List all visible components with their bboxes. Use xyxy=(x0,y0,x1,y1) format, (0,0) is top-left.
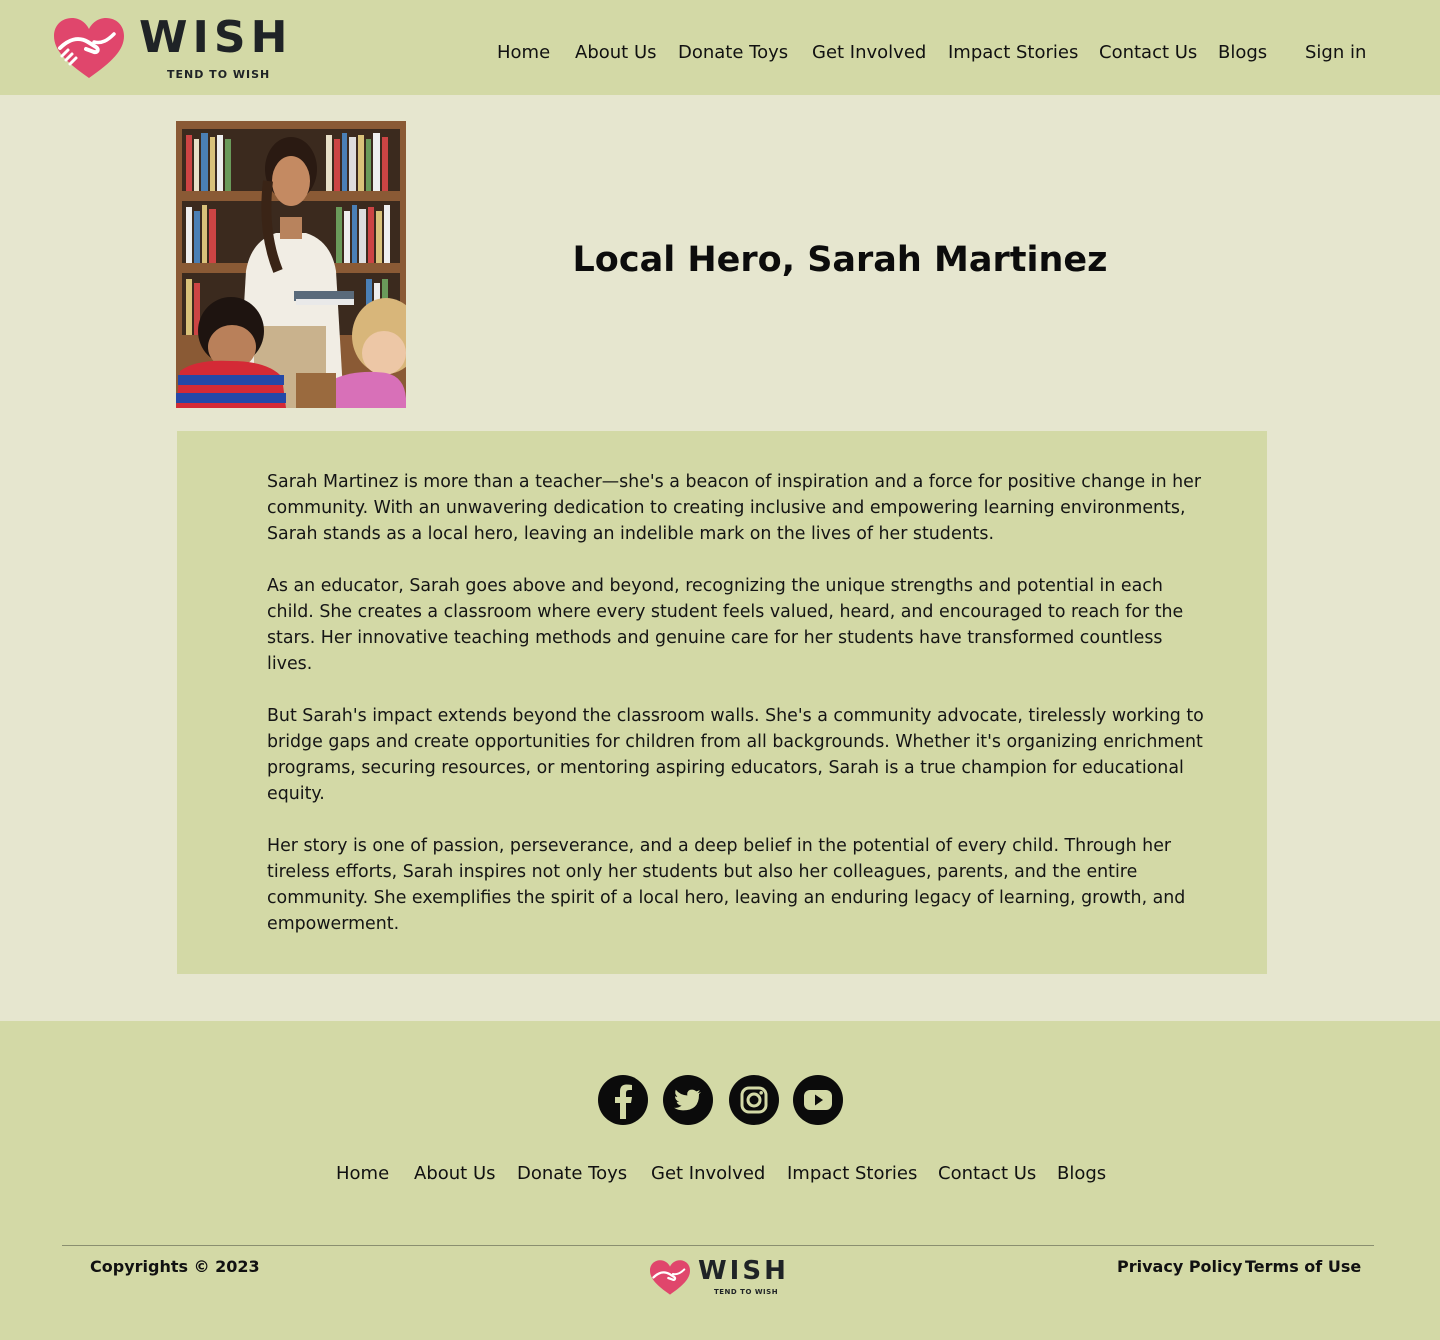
nav-blogs[interactable]: Blogs xyxy=(1218,42,1267,63)
nav-about-us[interactable]: About Us xyxy=(575,42,657,63)
nav-home[interactable]: Home xyxy=(497,42,550,63)
heart-hands-logo-icon xyxy=(650,1260,690,1295)
story-card: Sarah Martinez is more than a teacher—sh… xyxy=(177,431,1267,974)
story-paragraph: But Sarah's impact extends beyond the cl… xyxy=(267,706,1204,804)
footer-nav-donate-toys[interactable]: Donate Toys xyxy=(517,1163,627,1184)
story-paragraph: Her story is one of passion, perseveranc… xyxy=(267,836,1186,934)
wish-logo[interactable]: WISH TEND TO WISH xyxy=(54,12,294,84)
facebook-icon[interactable] xyxy=(598,1075,648,1125)
footer-wish-logo[interactable]: WISH TEND TO WISH xyxy=(650,1256,790,1300)
footer-nav-impact-stories[interactable]: Impact Stories xyxy=(787,1163,917,1184)
brand-tagline: TEND TO WISH xyxy=(167,68,271,81)
footer-brand-tagline: TEND TO WISH xyxy=(714,1288,779,1296)
footer-nav-blogs[interactable]: Blogs xyxy=(1057,1163,1106,1184)
brand-name: WISH xyxy=(139,12,293,63)
nav-impact-stories[interactable]: Impact Stories xyxy=(948,42,1078,63)
footer-nav-contact-us[interactable]: Contact Us xyxy=(938,1163,1036,1184)
site-footer: Home About Us Donate Toys Get Involved I… xyxy=(0,1021,1440,1340)
site-header: WISH TEND TO WISH Home About Us Donate T… xyxy=(0,0,1440,95)
copyright-text: Copyrights © 2023 xyxy=(90,1257,260,1276)
privacy-policy-link[interactable]: Privacy Policy xyxy=(1117,1257,1242,1276)
story-paragraph: Sarah Martinez is more than a teacher—sh… xyxy=(267,472,1202,544)
nav-contact-us[interactable]: Contact Us xyxy=(1099,42,1197,63)
page-title: Local Hero, Sarah Martinez xyxy=(572,240,1108,280)
youtube-icon[interactable] xyxy=(793,1075,843,1125)
instagram-icon[interactable] xyxy=(729,1075,779,1125)
teacher-with-students-photo xyxy=(176,121,406,408)
footer-nav-about-us[interactable]: About Us xyxy=(414,1163,496,1184)
footer-nav-home[interactable]: Home xyxy=(336,1163,389,1184)
heart-hands-logo-icon xyxy=(54,18,124,78)
terms-of-use-link[interactable]: Terms of Use xyxy=(1245,1257,1361,1276)
nav-get-involved[interactable]: Get Involved xyxy=(812,42,926,63)
twitter-icon[interactable] xyxy=(663,1075,713,1125)
footer-divider xyxy=(62,1245,1374,1246)
story-paragraph: As an educator, Sarah goes above and bey… xyxy=(267,576,1184,674)
photo-illustration xyxy=(176,121,406,408)
footer-nav-get-involved[interactable]: Get Involved xyxy=(651,1163,765,1184)
nav-donate-toys[interactable]: Donate Toys xyxy=(678,42,788,63)
sign-in-link[interactable]: Sign in xyxy=(1305,42,1366,63)
footer-brand-name: WISH xyxy=(698,1256,789,1286)
